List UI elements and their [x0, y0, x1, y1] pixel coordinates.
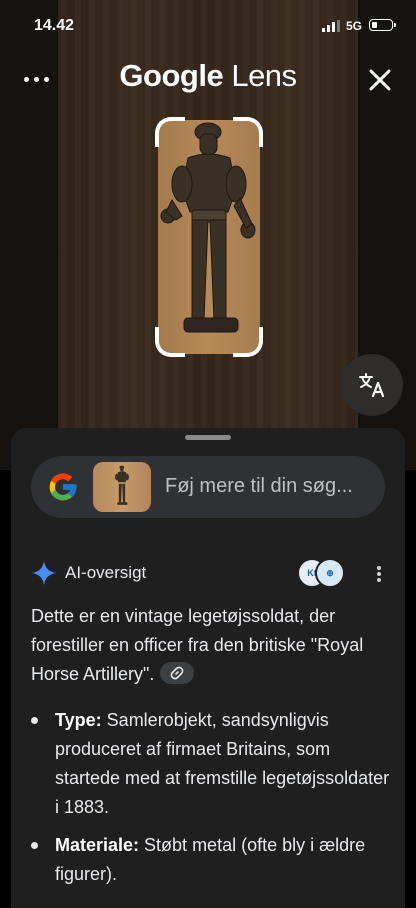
translate-icon	[359, 373, 385, 398]
status-time: 14.42	[34, 17, 75, 34]
ai-summary-text: Dette er en vintage legetøjssoldat, der …	[31, 606, 364, 684]
title-brand: Google	[119, 58, 224, 93]
source-link-button[interactable]	[160, 662, 195, 685]
source-favicon-icon[interactable]: ⊕	[315, 558, 345, 588]
source-avatars[interactable]: Kt ⊕	[297, 558, 345, 588]
selection-corner-top-right[interactable]	[233, 117, 263, 147]
title-product: Lens	[231, 58, 297, 93]
close-icon[interactable]	[366, 66, 394, 94]
ai-overview-header: AI-oversigt Kt ⊕	[31, 558, 391, 588]
list-item: Materiale: Støbt metal (ofte bly i ældre…	[31, 831, 391, 889]
network-type: 5G	[346, 19, 363, 33]
bullet-dot	[31, 842, 38, 849]
toy-soldier-figure	[160, 122, 256, 333]
google-logo-icon	[49, 473, 77, 501]
translate-button[interactable]	[341, 354, 403, 416]
results-sheet: Føj mere til din søg... AI-oversigt Kt ⊕…	[11, 428, 405, 908]
bullet-dot	[31, 717, 38, 724]
list-item: Type: Samlerobjekt, sandsynligvis produc…	[31, 706, 391, 822]
bullet-term: Materiale:	[55, 835, 140, 855]
selection-corner-top-left[interactable]	[155, 117, 185, 147]
query-image-thumbnail[interactable]	[93, 462, 151, 512]
battery-icon	[369, 19, 396, 31]
search-bar[interactable]: Føj mere til din søg...	[31, 456, 385, 518]
thumbnail-soldier-figure	[115, 465, 129, 505]
link-icon	[171, 666, 184, 680]
status-bar: 14.42 5G	[0, 0, 416, 50]
bullet-text: Samlerobjekt, sandsynligvis produceret a…	[55, 710, 390, 817]
sparkle-icon	[32, 561, 56, 585]
app-title: Google Lens	[0, 58, 416, 94]
cellular-signal-icon	[322, 20, 340, 32]
search-input[interactable]: Føj mere til din søg...	[165, 475, 353, 498]
selection-corner-bottom-left[interactable]	[155, 327, 185, 357]
ai-bullet-list: Type: Samlerobjekt, sandsynligvis produc…	[31, 706, 391, 898]
bullet-term: Type:	[55, 710, 102, 730]
ai-overview-more-button[interactable]	[369, 564, 389, 584]
selection-area[interactable]	[155, 117, 263, 357]
sheet-drag-handle[interactable]	[185, 435, 231, 440]
ai-overview-label: AI-oversigt	[65, 563, 147, 582]
ai-summary: Dette er en vintage legetøjssoldat, der …	[31, 602, 391, 689]
